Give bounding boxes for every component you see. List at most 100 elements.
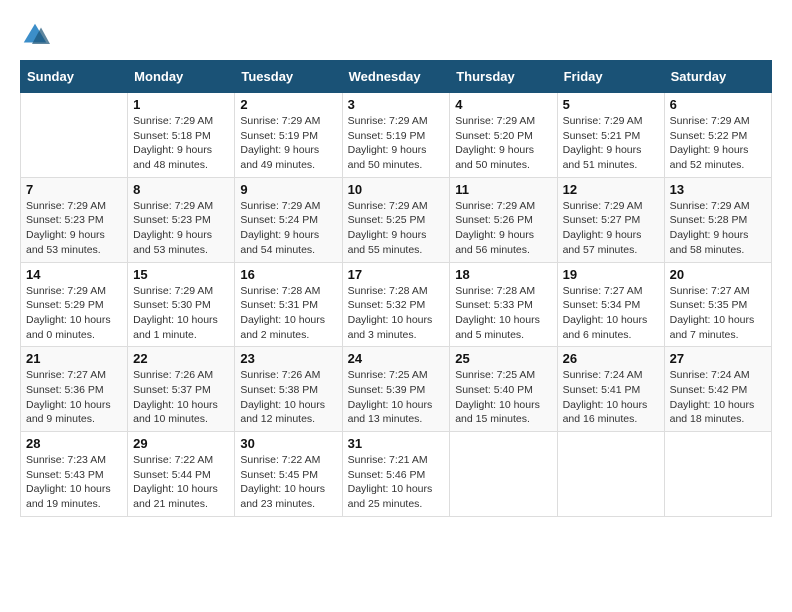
daylight: Daylight: 10 hours and 18 minutes. <box>670 399 755 426</box>
day-number: 3 <box>348 97 445 112</box>
day-info: Sunrise: 7:27 AM Sunset: 5:35 PM Dayligh… <box>670 284 766 343</box>
weekday-header: Monday <box>128 61 235 93</box>
calendar-cell: 16 Sunrise: 7:28 AM Sunset: 5:31 PM Dayl… <box>235 262 342 347</box>
sunset: Sunset: 5:19 PM <box>348 130 426 142</box>
calendar-cell: 18 Sunrise: 7:28 AM Sunset: 5:33 PM Dayl… <box>450 262 557 347</box>
calendar-cell: 1 Sunrise: 7:29 AM Sunset: 5:18 PM Dayli… <box>128 93 235 178</box>
daylight: Daylight: 10 hours and 25 minutes. <box>348 483 433 510</box>
calendar-cell: 25 Sunrise: 7:25 AM Sunset: 5:40 PM Dayl… <box>450 347 557 432</box>
day-number: 12 <box>563 182 659 197</box>
day-info: Sunrise: 7:28 AM Sunset: 5:32 PM Dayligh… <box>348 284 445 343</box>
sunset: Sunset: 5:29 PM <box>26 299 104 311</box>
day-info: Sunrise: 7:29 AM Sunset: 5:30 PM Dayligh… <box>133 284 229 343</box>
calendar-cell: 14 Sunrise: 7:29 AM Sunset: 5:29 PM Dayl… <box>21 262 128 347</box>
sunrise: Sunrise: 7:27 AM <box>563 285 643 297</box>
sunset: Sunset: 5:27 PM <box>563 214 641 226</box>
day-number: 4 <box>455 97 551 112</box>
daylight: Daylight: 10 hours and 19 minutes. <box>26 483 111 510</box>
day-number: 26 <box>563 351 659 366</box>
sunrise: Sunrise: 7:22 AM <box>133 454 213 466</box>
calendar-cell: 29 Sunrise: 7:22 AM Sunset: 5:44 PM Dayl… <box>128 432 235 517</box>
day-info: Sunrise: 7:22 AM Sunset: 5:44 PM Dayligh… <box>133 453 229 512</box>
calendar-week-row: 14 Sunrise: 7:29 AM Sunset: 5:29 PM Dayl… <box>21 262 772 347</box>
weekday-header-row: SundayMondayTuesdayWednesdayThursdayFrid… <box>21 61 772 93</box>
calendar-cell: 23 Sunrise: 7:26 AM Sunset: 5:38 PM Dayl… <box>235 347 342 432</box>
daylight: Daylight: 9 hours and 52 minutes. <box>670 144 749 171</box>
calendar-cell: 12 Sunrise: 7:29 AM Sunset: 5:27 PM Dayl… <box>557 177 664 262</box>
day-number: 16 <box>240 267 336 282</box>
day-info: Sunrise: 7:29 AM Sunset: 5:28 PM Dayligh… <box>670 199 766 258</box>
day-info: Sunrise: 7:29 AM Sunset: 5:26 PM Dayligh… <box>455 199 551 258</box>
day-number: 6 <box>670 97 766 112</box>
daylight: Daylight: 10 hours and 15 minutes. <box>455 399 540 426</box>
sunrise: Sunrise: 7:29 AM <box>348 200 428 212</box>
day-info: Sunrise: 7:26 AM Sunset: 5:38 PM Dayligh… <box>240 368 336 427</box>
calendar-week-row: 7 Sunrise: 7:29 AM Sunset: 5:23 PM Dayli… <box>21 177 772 262</box>
weekday-header: Thursday <box>450 61 557 93</box>
day-number: 11 <box>455 182 551 197</box>
daylight: Daylight: 9 hours and 57 minutes. <box>563 229 642 256</box>
day-info: Sunrise: 7:27 AM Sunset: 5:34 PM Dayligh… <box>563 284 659 343</box>
sunset: Sunset: 5:45 PM <box>240 469 318 481</box>
daylight: Daylight: 10 hours and 7 minutes. <box>670 314 755 341</box>
sunset: Sunset: 5:28 PM <box>670 214 748 226</box>
daylight: Daylight: 9 hours and 49 minutes. <box>240 144 319 171</box>
day-number: 10 <box>348 182 445 197</box>
daylight: Daylight: 10 hours and 12 minutes. <box>240 399 325 426</box>
calendar-cell <box>21 93 128 178</box>
sunset: Sunset: 5:24 PM <box>240 214 318 226</box>
day-info: Sunrise: 7:29 AM Sunset: 5:21 PM Dayligh… <box>563 114 659 173</box>
day-info: Sunrise: 7:25 AM Sunset: 5:39 PM Dayligh… <box>348 368 445 427</box>
sunrise: Sunrise: 7:28 AM <box>240 285 320 297</box>
sunrise: Sunrise: 7:24 AM <box>670 369 750 381</box>
calendar-cell: 13 Sunrise: 7:29 AM Sunset: 5:28 PM Dayl… <box>664 177 771 262</box>
calendar-cell: 3 Sunrise: 7:29 AM Sunset: 5:19 PM Dayli… <box>342 93 450 178</box>
sunrise: Sunrise: 7:26 AM <box>133 369 213 381</box>
daylight: Daylight: 9 hours and 48 minutes. <box>133 144 212 171</box>
sunrise: Sunrise: 7:29 AM <box>133 115 213 127</box>
day-number: 27 <box>670 351 766 366</box>
sunset: Sunset: 5:23 PM <box>133 214 211 226</box>
day-number: 24 <box>348 351 445 366</box>
calendar-cell: 28 Sunrise: 7:23 AM Sunset: 5:43 PM Dayl… <box>21 432 128 517</box>
daylight: Daylight: 10 hours and 1 minute. <box>133 314 218 341</box>
sunset: Sunset: 5:34 PM <box>563 299 641 311</box>
calendar-cell: 30 Sunrise: 7:22 AM Sunset: 5:45 PM Dayl… <box>235 432 342 517</box>
day-number: 8 <box>133 182 229 197</box>
calendar-cell <box>557 432 664 517</box>
weekday-header: Tuesday <box>235 61 342 93</box>
calendar-cell: 11 Sunrise: 7:29 AM Sunset: 5:26 PM Dayl… <box>450 177 557 262</box>
day-info: Sunrise: 7:29 AM Sunset: 5:27 PM Dayligh… <box>563 199 659 258</box>
sunset: Sunset: 5:20 PM <box>455 130 533 142</box>
sunset: Sunset: 5:23 PM <box>26 214 104 226</box>
daylight: Daylight: 10 hours and 0 minutes. <box>26 314 111 341</box>
weekday-header: Wednesday <box>342 61 450 93</box>
day-info: Sunrise: 7:29 AM Sunset: 5:18 PM Dayligh… <box>133 114 229 173</box>
daylight: Daylight: 10 hours and 2 minutes. <box>240 314 325 341</box>
logo <box>20 20 54 50</box>
calendar-week-row: 21 Sunrise: 7:27 AM Sunset: 5:36 PM Dayl… <box>21 347 772 432</box>
day-info: Sunrise: 7:24 AM Sunset: 5:42 PM Dayligh… <box>670 368 766 427</box>
sunrise: Sunrise: 7:28 AM <box>455 285 535 297</box>
calendar-cell: 4 Sunrise: 7:29 AM Sunset: 5:20 PM Dayli… <box>450 93 557 178</box>
weekday-header: Sunday <box>21 61 128 93</box>
sunrise: Sunrise: 7:29 AM <box>26 285 106 297</box>
sunset: Sunset: 5:37 PM <box>133 384 211 396</box>
day-number: 31 <box>348 436 445 451</box>
daylight: Daylight: 10 hours and 23 minutes. <box>240 483 325 510</box>
calendar-cell: 19 Sunrise: 7:27 AM Sunset: 5:34 PM Dayl… <box>557 262 664 347</box>
daylight: Daylight: 10 hours and 5 minutes. <box>455 314 540 341</box>
calendar-cell: 8 Sunrise: 7:29 AM Sunset: 5:23 PM Dayli… <box>128 177 235 262</box>
calendar-cell: 31 Sunrise: 7:21 AM Sunset: 5:46 PM Dayl… <box>342 432 450 517</box>
sunrise: Sunrise: 7:23 AM <box>26 454 106 466</box>
sunset: Sunset: 5:33 PM <box>455 299 533 311</box>
daylight: Daylight: 10 hours and 3 minutes. <box>348 314 433 341</box>
sunset: Sunset: 5:32 PM <box>348 299 426 311</box>
calendar-cell: 20 Sunrise: 7:27 AM Sunset: 5:35 PM Dayl… <box>664 262 771 347</box>
sunrise: Sunrise: 7:22 AM <box>240 454 320 466</box>
sunrise: Sunrise: 7:29 AM <box>563 200 643 212</box>
daylight: Daylight: 10 hours and 9 minutes. <box>26 399 111 426</box>
sunrise: Sunrise: 7:29 AM <box>563 115 643 127</box>
calendar-cell: 9 Sunrise: 7:29 AM Sunset: 5:24 PM Dayli… <box>235 177 342 262</box>
sunrise: Sunrise: 7:26 AM <box>240 369 320 381</box>
